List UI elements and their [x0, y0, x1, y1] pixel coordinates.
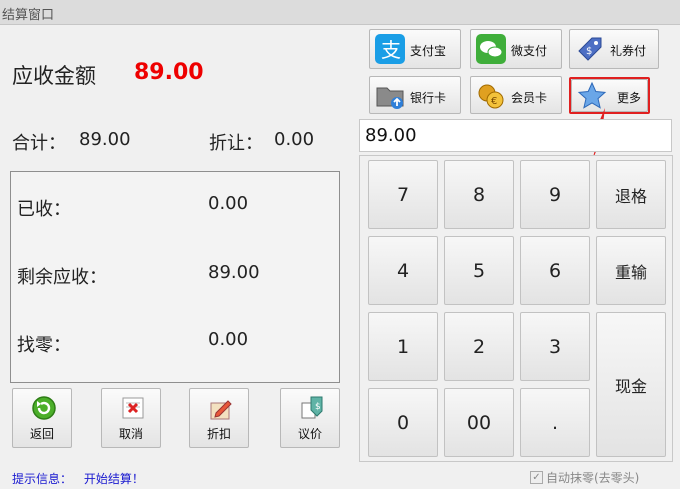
- window-title: 结算窗口: [2, 8, 55, 23]
- svg-text:支: 支: [381, 38, 401, 62]
- refresh-icon: [32, 396, 56, 420]
- payment-status-panel: 已收： 0.00 剩余应收： 89.00 找零： 0.00: [10, 171, 340, 383]
- negotiate-button[interactable]: $ 议价: [280, 388, 340, 448]
- svg-text:$: $: [315, 402, 321, 412]
- receivable-label: 应收金额: [12, 64, 96, 88]
- alipay-icon: 支: [375, 34, 405, 64]
- received-value: 0.00: [208, 193, 249, 214]
- member-card-button[interactable]: € 会员卡: [470, 76, 562, 114]
- key-7[interactable]: 7: [368, 160, 438, 229]
- cancel-button-label: 取消: [118, 427, 143, 441]
- amount-input[interactable]: 89.00: [359, 119, 672, 152]
- title-bar: 结算窗口: [0, 0, 680, 25]
- key-00[interactable]: 00: [444, 388, 514, 457]
- wechat-icon: [476, 34, 506, 64]
- voucher-tag-icon: $: [578, 37, 602, 61]
- folder-arrow-icon: [376, 87, 404, 109]
- total-value: 89.00: [79, 129, 131, 150]
- alipay-button[interactable]: 支 支付宝: [369, 29, 461, 69]
- coins-icon: €: [478, 84, 504, 109]
- discount-amount-value: 0.00: [274, 129, 315, 150]
- cancel-document-icon: [122, 397, 144, 419]
- key-3[interactable]: 3: [520, 312, 590, 381]
- price-tag-icon: $: [301, 396, 323, 419]
- member-card-label: 会员卡: [511, 91, 548, 105]
- reenter-key[interactable]: 重输: [596, 236, 666, 305]
- discount-button-label: 折扣: [206, 427, 231, 441]
- key-4[interactable]: 4: [368, 236, 438, 305]
- cancel-button[interactable]: 取消: [101, 388, 161, 448]
- remaining-value: 89.00: [208, 262, 260, 283]
- bank-card-label: 银行卡: [410, 91, 447, 105]
- voucher-pay-label: 礼券付: [610, 44, 647, 58]
- auto-round-checkbox[interactable]: ✓: [530, 471, 543, 484]
- bank-card-button[interactable]: 银行卡: [369, 76, 461, 114]
- change-value: 0.00: [208, 329, 249, 350]
- alipay-label: 支付宝: [410, 44, 447, 58]
- auto-round-option[interactable]: ✓ 自动抹零(去零头): [530, 469, 639, 486]
- received-label: 已收：: [17, 199, 71, 220]
- key-9[interactable]: 9: [520, 160, 590, 229]
- change-label: 找零：: [17, 335, 71, 356]
- backspace-key[interactable]: 退格: [596, 160, 666, 229]
- back-button-label: 返回: [29, 427, 54, 441]
- key-1[interactable]: 1: [368, 312, 438, 381]
- remaining-label: 剩余应收：: [17, 267, 107, 288]
- svg-text:$: $: [586, 46, 592, 57]
- auto-round-label: 自动抹零(去零头): [546, 471, 640, 485]
- status-text: 开始结算！: [83, 472, 144, 486]
- back-button[interactable]: 返回: [12, 388, 72, 448]
- key-2[interactable]: 2: [444, 312, 514, 381]
- more-payments-label: 更多: [617, 91, 642, 105]
- status-message: 提示信息： 开始结算！: [12, 470, 144, 487]
- svg-text:€: €: [491, 96, 497, 107]
- status-prefix: 提示信息：: [12, 472, 73, 486]
- key-0[interactable]: 0: [368, 388, 438, 457]
- discount-amount-label: 折让：: [209, 133, 263, 154]
- discount-button[interactable]: 折扣: [189, 388, 249, 448]
- wechat-pay-label: 微支付: [511, 44, 548, 58]
- pencil-edit-icon: [210, 400, 232, 420]
- key-decimal[interactable]: .: [520, 388, 590, 457]
- cash-key[interactable]: 现金: [596, 312, 666, 457]
- receivable-amount: 89.00: [134, 60, 204, 85]
- voucher-pay-button[interactable]: $ 礼券付: [569, 29, 659, 69]
- key-5[interactable]: 5: [444, 236, 514, 305]
- key-8[interactable]: 8: [444, 160, 514, 229]
- total-label: 合计：: [12, 133, 66, 154]
- negotiate-button-label: 议价: [297, 427, 322, 441]
- key-6[interactable]: 6: [520, 236, 590, 305]
- wechat-pay-button[interactable]: 微支付: [470, 29, 562, 69]
